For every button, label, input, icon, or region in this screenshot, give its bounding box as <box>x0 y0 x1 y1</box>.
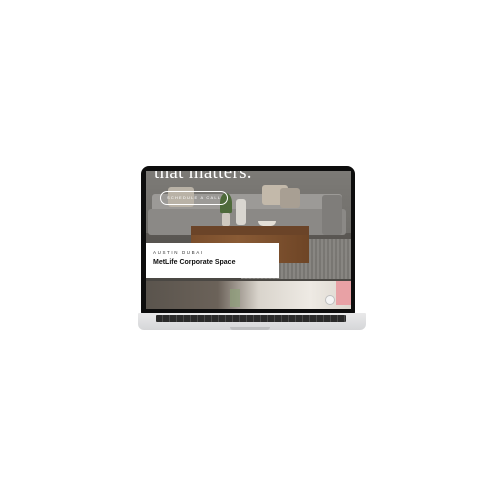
project-card[interactable]: AUSTIN DUBAI MetLife Corporate Space <box>146 243 279 278</box>
project-location: AUSTIN DUBAI <box>153 250 204 255</box>
sofa-arm <box>322 195 342 235</box>
vase <box>222 213 230 226</box>
project-image-strip <box>146 281 351 309</box>
laptop-keyboard <box>156 315 346 322</box>
pillow <box>280 188 300 208</box>
play-icon[interactable] <box>325 295 335 305</box>
laptop-screen: that matters. SCHEDULE A CALL AUSTIN DUB… <box>146 171 351 309</box>
coffee-table-top <box>191 226 309 235</box>
laptop-notch <box>230 327 270 330</box>
accent-block <box>336 281 351 305</box>
laptop-mockup: that matters. SCHEDULE A CALL AUSTIN DUB… <box>0 0 500 500</box>
project-title[interactable]: MetLife Corporate Space <box>153 259 235 266</box>
schedule-call-button[interactable]: SCHEDULE A CALL <box>160 191 229 205</box>
hero-title: that matters. <box>154 171 252 183</box>
window <box>230 289 240 307</box>
vase <box>236 199 246 225</box>
